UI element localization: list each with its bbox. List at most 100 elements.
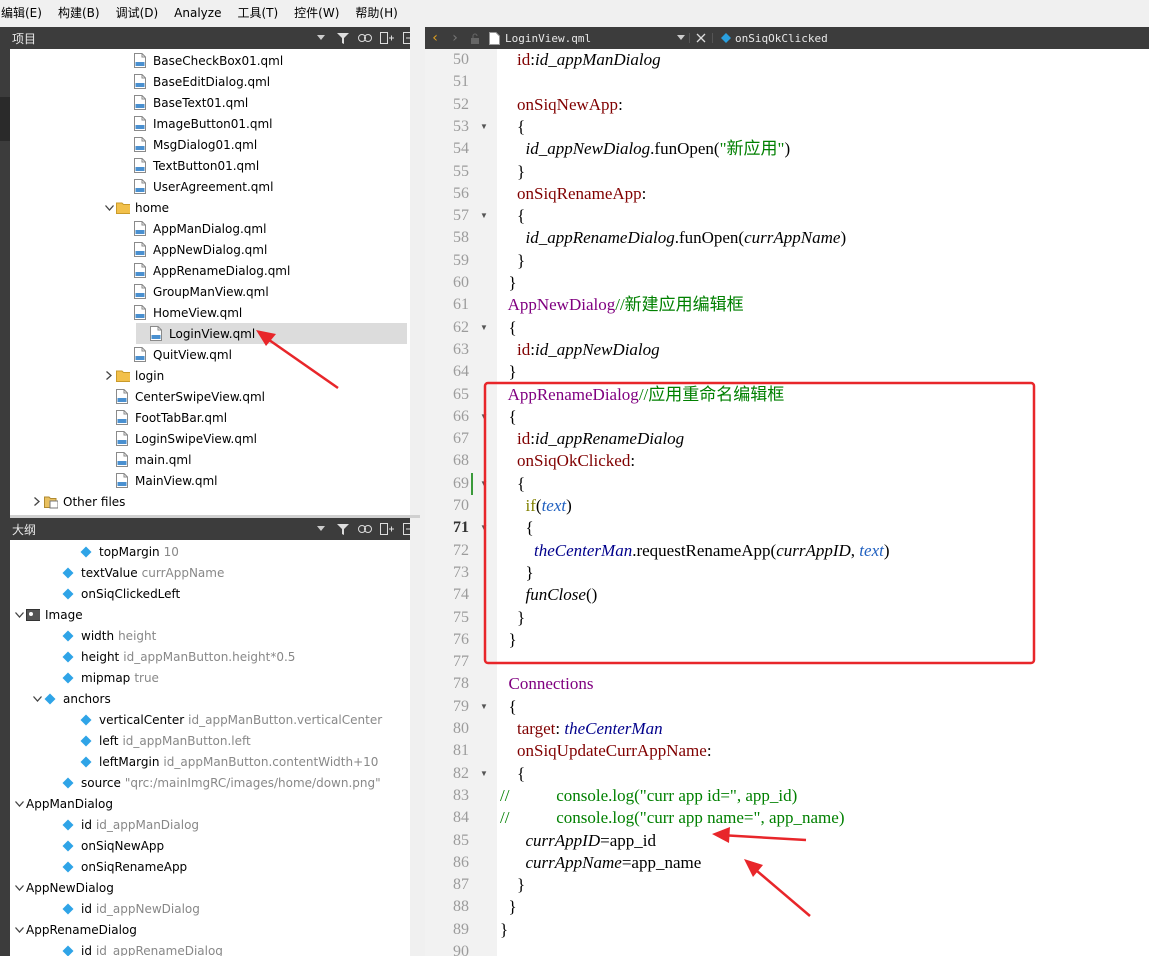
code-line[interactable]: onSiqOkClicked: — [500, 450, 635, 472]
code-line[interactable]: if(text) — [500, 495, 572, 517]
tree-item[interactable]: height id_appManButton.height*0.5 — [10, 646, 410, 667]
filter-icon[interactable] — [332, 27, 354, 49]
code-line[interactable]: // console.log("curr app id=", app_id) — [500, 785, 797, 807]
chevron-down-icon[interactable] — [12, 923, 26, 937]
code-line[interactable]: { — [500, 317, 517, 339]
code-line[interactable]: } — [500, 607, 525, 629]
tree-item[interactable]: AppManDialog — [10, 793, 410, 814]
code-line[interactable]: } — [500, 250, 525, 272]
code-line[interactable]: onSiqUpdateCurrAppName: — [500, 740, 712, 762]
tree-item[interactable]: Image — [10, 604, 410, 625]
tree-item[interactable]: FootTabBar.qml — [10, 407, 410, 428]
tree-item[interactable]: source "qrc:/mainImgRC/images/home/down.p… — [10, 772, 410, 793]
tree-item[interactable]: QuitView.qml — [10, 344, 410, 365]
code-line[interactable]: } — [500, 629, 517, 651]
code-line[interactable]: theCenterMan.requestRenameApp(currAppID,… — [500, 540, 890, 562]
menu-item[interactable]: 帮助(H) — [347, 0, 405, 27]
menu-item[interactable]: 调试(D) — [108, 0, 167, 27]
code-line[interactable]: id:id_appManDialog — [500, 49, 661, 71]
code-line[interactable]: { — [500, 116, 525, 138]
menu-item[interactable]: 编辑(E) — [0, 0, 50, 27]
code-line[interactable]: currAppID=app_id — [500, 830, 656, 852]
tree-item[interactable]: mipmap true — [10, 667, 410, 688]
code-line[interactable]: { — [500, 406, 517, 428]
chevron-right-icon[interactable] — [102, 369, 116, 383]
chevron-down-icon[interactable] — [30, 692, 44, 706]
tree-item[interactable]: main.qml — [10, 449, 410, 470]
code-line[interactable]: } — [500, 361, 517, 383]
code-editor[interactable]: ‹ › LoginView.qml onSiqOkClicked 50 51 52 5… — [425, 27, 1149, 960]
tree-item[interactable]: id id_appRenameDialog — [10, 940, 410, 956]
tree-item[interactable]: LoginView.qml — [136, 323, 407, 344]
dropdown-arrow-icon[interactable] — [310, 518, 332, 540]
code-line[interactable]: AppNewDialog//新建应用编辑框 — [500, 294, 744, 316]
tree-item[interactable]: onSiqNewApp — [10, 835, 410, 856]
code-line[interactable]: } — [500, 161, 525, 183]
tree-item[interactable]: TextButton01.qml — [10, 155, 410, 176]
chevron-down-icon[interactable] — [102, 201, 116, 215]
tree-item[interactable]: BaseEditDialog.qml — [10, 71, 410, 92]
code-line[interactable]: AppRenameDialog//应用重命名编辑框 — [500, 384, 785, 406]
tree-item[interactable]: leftMargin id_appManButton.contentWidth+1… — [10, 751, 410, 772]
tree-item[interactable]: ImageButton01.qml — [10, 113, 410, 134]
code-line[interactable]: } — [500, 874, 525, 896]
link-icon[interactable] — [354, 518, 376, 540]
tree-item[interactable]: left id_appManButton.left — [10, 730, 410, 751]
code-line[interactable]: // console.log("curr app name=", app_nam… — [500, 807, 844, 829]
code-line[interactable]: } — [500, 272, 517, 294]
symbol-combo[interactable]: onSiqOkClicked — [735, 32, 828, 45]
code-line[interactable]: } — [500, 896, 517, 918]
tree-item[interactable]: id id_appManDialog — [10, 814, 410, 835]
tree-item[interactable]: anchors — [10, 688, 410, 709]
chevron-down-icon[interactable] — [12, 608, 26, 622]
code-line[interactable]: id_appNewDialog.funOpen("新应用") — [500, 138, 791, 160]
tree-item[interactable]: AppNewDialog — [10, 877, 410, 898]
close-file-icon[interactable] — [689, 33, 713, 43]
tree-item[interactable]: home — [10, 197, 410, 218]
splitter[interactable] — [410, 27, 425, 956]
tree-item[interactable]: CenterSwipeView.qml — [10, 386, 410, 407]
code-area[interactable]: id:id_appManDialog onSiqNewApp: { id_app… — [425, 49, 1149, 956]
tree-item[interactable]: topMargin 10 — [10, 541, 410, 562]
code-line[interactable]: { — [500, 473, 525, 495]
chevron-down-icon[interactable] — [12, 881, 26, 895]
tree-item[interactable]: AppRenameDialog — [10, 919, 410, 940]
tree-item[interactable]: AppRenameDialog.qml — [10, 260, 410, 281]
code-line[interactable]: id:id_appNewDialog — [500, 339, 660, 361]
tree-item[interactable]: onSiqRenameApp — [10, 856, 410, 877]
tree-item[interactable]: BaseCheckBox01.qml — [10, 50, 410, 71]
code-line[interactable]: { — [500, 763, 525, 785]
menu-item[interactable]: 控件(W) — [286, 0, 347, 27]
menu-item[interactable]: Analyze — [166, 0, 229, 27]
tree-item[interactable]: id id_appNewDialog — [10, 898, 410, 919]
tree-item[interactable]: login — [10, 365, 410, 386]
tree-item[interactable]: AppNewDialog.qml — [10, 239, 410, 260]
tree-item[interactable]: LoginSwipeView.qml — [10, 428, 410, 449]
split-icon[interactable] — [376, 27, 398, 49]
code-line[interactable]: { — [500, 696, 517, 718]
split-icon[interactable] — [376, 518, 398, 540]
menu-item[interactable]: 工具(T) — [229, 0, 286, 27]
code-line[interactable]: id_appRenameDialog.funOpen(currAppName) — [500, 227, 847, 249]
tree-item[interactable]: HomeView.qml — [10, 302, 410, 323]
code-line[interactable]: { — [500, 205, 525, 227]
file-name-combo[interactable]: LoginView.qml — [503, 32, 673, 45]
tree-item[interactable]: verticalCenter id_appManButton.verticalCe… — [10, 709, 410, 730]
horizontal-splitter[interactable] — [10, 515, 420, 518]
chevron-right-icon[interactable] — [30, 495, 44, 509]
link-icon[interactable] — [354, 27, 376, 49]
code-line[interactable]: } — [500, 919, 508, 941]
tree-item[interactable]: UserAgreement.qml — [10, 176, 410, 197]
filter-icon[interactable] — [332, 518, 354, 540]
forward-arrow-icon[interactable]: › — [445, 30, 465, 46]
code-line[interactable]: onSiqRenameApp: — [500, 183, 646, 205]
code-line[interactable]: { — [500, 517, 534, 539]
chevron-down-icon[interactable] — [12, 797, 26, 811]
code-line[interactable]: id:id_appRenameDialog — [500, 428, 684, 450]
tree-item[interactable]: BaseText01.qml — [10, 92, 410, 113]
tree-item[interactable]: AppManDialog.qml — [10, 218, 410, 239]
tree-item[interactable]: textValue currAppName — [10, 562, 410, 583]
back-arrow-icon[interactable]: ‹ — [425, 30, 445, 46]
code-line[interactable]: currAppName=app_name — [500, 852, 702, 874]
code-line[interactable]: Connections — [500, 673, 594, 695]
